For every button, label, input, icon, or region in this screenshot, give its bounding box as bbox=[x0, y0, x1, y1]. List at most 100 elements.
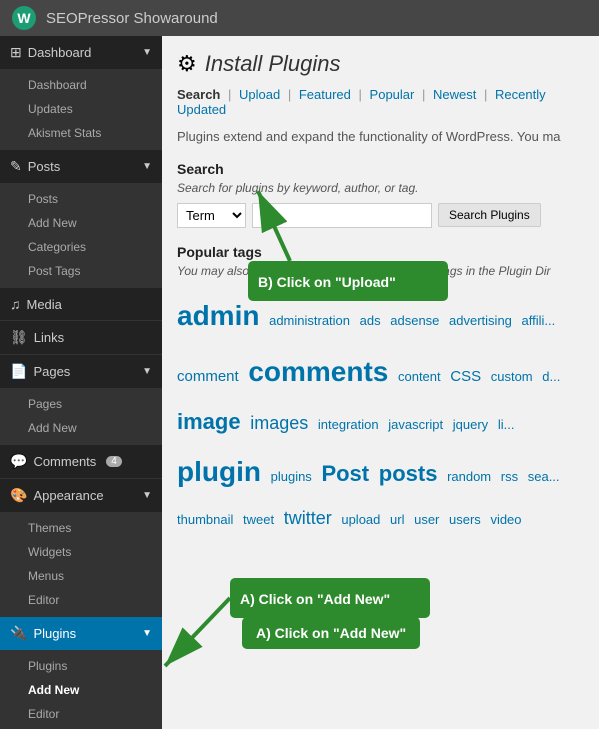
main-description: Plugins extend and expand the functional… bbox=[177, 127, 584, 147]
popular-tags-title: Popular tags bbox=[177, 244, 584, 260]
sidebar-item-comments[interactable]: 💬 Comments 4 bbox=[0, 445, 162, 478]
tag-content[interactable]: content bbox=[398, 369, 441, 384]
appearance-submenu: Themes Widgets Menus Editor bbox=[0, 512, 162, 616]
sidebar-item-dashboard[interactable]: ⊞ Dashboard ▼ bbox=[0, 36, 162, 69]
tag-url[interactable]: url bbox=[390, 512, 404, 527]
sidebar-item-media[interactable]: ♫ Media bbox=[0, 288, 162, 320]
media-icon: ♫ bbox=[10, 296, 21, 312]
sidebar-sub-themes[interactable]: Themes bbox=[0, 516, 162, 540]
tag-integration[interactable]: integration bbox=[318, 417, 379, 432]
sidebar-item-pages[interactable]: 📄 Pages ▼ bbox=[0, 355, 162, 388]
subnav-upload[interactable]: Upload bbox=[239, 87, 280, 102]
sidebar-item-appearance[interactable]: 🎨 Appearance ▼ bbox=[0, 479, 162, 512]
tag-li[interactable]: li... bbox=[498, 417, 515, 432]
sidebar-sub-akismet-stats[interactable]: Akismet Stats bbox=[0, 121, 162, 145]
sidebar-label-dashboard: Dashboard bbox=[28, 45, 92, 60]
posts-submenu: Posts Add New Categories Post Tags bbox=[0, 183, 162, 287]
pages-icon: 📄 bbox=[10, 363, 27, 380]
sidebar-sub-all-pages[interactable]: Pages bbox=[0, 392, 162, 416]
tag-adsense[interactable]: adsense bbox=[390, 313, 439, 328]
sidebar-label-plugins: Plugins bbox=[33, 626, 76, 641]
sidebar-item-posts[interactable]: ✎ Posts ▼ bbox=[0, 150, 162, 183]
menu-group-links: ⛓ Links bbox=[0, 321, 162, 355]
sidebar-sub-widgets[interactable]: Widgets bbox=[0, 540, 162, 564]
tag-plugin[interactable]: plugin bbox=[177, 456, 261, 487]
tag-random[interactable]: random bbox=[447, 469, 491, 484]
sidebar-sub-add-new-page[interactable]: Add New bbox=[0, 416, 162, 440]
search-type-select[interactable]: Term Author Tag bbox=[177, 203, 246, 228]
popular-tags-desc: You may also browse based on the most po… bbox=[177, 264, 584, 278]
sidebar-sub-plugin-editor[interactable]: Editor bbox=[0, 702, 162, 726]
tag-javascript[interactable]: javascript bbox=[388, 417, 443, 432]
tag-admin[interactable]: admin bbox=[177, 300, 259, 331]
menu-group-dashboard: ⊞ Dashboard ▼ Dashboard Updates Akismet … bbox=[0, 36, 162, 150]
menu-group-appearance: 🎨 Appearance ▼ Themes Widgets Menus Edit… bbox=[0, 479, 162, 617]
tag-ads[interactable]: ads bbox=[360, 313, 381, 328]
tag-custom[interactable]: custom bbox=[491, 369, 533, 384]
links-icon: ⛓ bbox=[10, 329, 28, 346]
tag-jquery[interactable]: jquery bbox=[453, 417, 488, 432]
tag-users[interactable]: users bbox=[449, 512, 481, 527]
comments-badge: 4 bbox=[106, 456, 122, 467]
tag-tweet[interactable]: tweet bbox=[243, 512, 274, 527]
subnav-search[interactable]: Search bbox=[177, 87, 220, 102]
search-subtitle: Search for plugins by keyword, author, o… bbox=[177, 181, 584, 195]
tag-administration[interactable]: administration bbox=[269, 313, 350, 328]
tag-video[interactable]: video bbox=[490, 512, 521, 527]
search-row: Term Author Tag Search Plugins bbox=[177, 203, 584, 228]
sidebar-sub-categories[interactable]: Categories bbox=[0, 235, 162, 259]
tag-css[interactable]: CSS bbox=[450, 368, 481, 385]
subnav-newest[interactable]: Newest bbox=[433, 87, 476, 102]
install-plugins-icon: ⚙ bbox=[177, 51, 197, 77]
search-plugins-button[interactable]: Search Plugins bbox=[438, 203, 541, 227]
dashboard-icon: ⊞ bbox=[10, 44, 22, 61]
tag-sea[interactable]: sea... bbox=[528, 469, 560, 484]
search-section: Search Search for plugins by keyword, au… bbox=[177, 161, 584, 228]
pages-submenu: Pages Add New bbox=[0, 388, 162, 444]
sidebar-sub-all-posts[interactable]: Posts bbox=[0, 187, 162, 211]
tag-images[interactable]: images bbox=[250, 413, 308, 433]
search-title: Search bbox=[177, 161, 584, 177]
sidebar-sub-add-new-post[interactable]: Add New bbox=[0, 211, 162, 235]
sidebar-label-comments: Comments bbox=[33, 454, 96, 469]
tag-image[interactable]: image bbox=[177, 409, 241, 434]
tag-plugins[interactable]: plugins bbox=[271, 469, 312, 484]
tag-comments[interactable]: comments bbox=[248, 356, 388, 387]
appearance-icon: 🎨 bbox=[10, 487, 27, 504]
dashboard-submenu: Dashboard Updates Akismet Stats bbox=[0, 69, 162, 149]
tag-user[interactable]: user bbox=[414, 512, 439, 527]
arrow-plugins: ▼ bbox=[142, 628, 152, 639]
tag-d[interactable]: d... bbox=[542, 369, 560, 384]
tags-cloud: admin administration ads adsense adverti… bbox=[177, 288, 584, 536]
tag-thumbnail[interactable]: thumbnail bbox=[177, 512, 233, 527]
tag-rss[interactable]: rss bbox=[501, 469, 518, 484]
comments-icon: 💬 bbox=[10, 453, 27, 470]
arrow-appearance: ▼ bbox=[142, 490, 152, 501]
sidebar-sub-post-tags[interactable]: Post Tags bbox=[0, 259, 162, 283]
menu-group-media: ♫ Media bbox=[0, 288, 162, 321]
annotation-a: A) Click on "Add New" bbox=[242, 617, 420, 649]
tag-advertising[interactable]: advertising bbox=[449, 313, 512, 328]
sidebar-sub-updates[interactable]: Updates bbox=[0, 97, 162, 121]
main-content: ⚙ Install Plugins Search | Upload | Feat… bbox=[162, 36, 599, 729]
subnav-featured[interactable]: Featured bbox=[299, 87, 351, 102]
search-input[interactable] bbox=[252, 203, 432, 228]
tag-post[interactable]: Post bbox=[321, 461, 369, 486]
subnav-popular[interactable]: Popular bbox=[370, 87, 415, 102]
sidebar-sub-dashboard[interactable]: Dashboard bbox=[0, 73, 162, 97]
sidebar-sub-appearance-editor[interactable]: Editor bbox=[0, 588, 162, 612]
menu-group-plugins: 🔌 Plugins ▼ Plugins Add New Editor Akism… bbox=[0, 617, 162, 729]
sidebar-label-media: Media bbox=[27, 297, 62, 312]
tag-twitter[interactable]: twitter bbox=[284, 508, 332, 528]
arrow-posts: ▼ bbox=[142, 161, 152, 172]
sidebar-item-plugins[interactable]: 🔌 Plugins ▼ bbox=[0, 617, 162, 650]
sidebar-item-links[interactable]: ⛓ Links bbox=[0, 321, 162, 354]
tag-comment[interactable]: comment bbox=[177, 368, 239, 385]
sidebar-sub-plugins[interactable]: Plugins bbox=[0, 654, 162, 678]
sidebar: ⊞ Dashboard ▼ Dashboard Updates Akismet … bbox=[0, 36, 162, 729]
tag-posts[interactable]: posts bbox=[379, 461, 438, 486]
tag-affili[interactable]: affili... bbox=[522, 313, 556, 328]
sidebar-sub-menus[interactable]: Menus bbox=[0, 564, 162, 588]
sidebar-sub-add-new-plugin[interactable]: Add New bbox=[0, 678, 162, 702]
tag-upload[interactable]: upload bbox=[341, 512, 380, 527]
